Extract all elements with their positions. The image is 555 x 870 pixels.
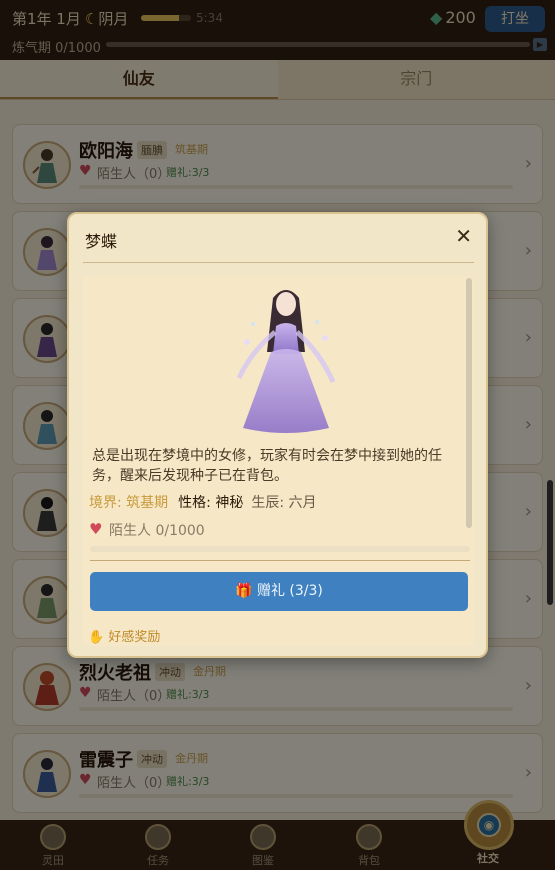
heart-icon: ♥ — [89, 520, 103, 538]
reward-label: 好感奖励 — [108, 630, 161, 645]
character-description: 总是出现在梦境中的女修，玩家有时会在梦中接到她的任务，醒来后发现种子已在背包。 — [92, 448, 442, 484]
divider — [83, 262, 474, 263]
divider — [90, 560, 470, 561]
birth-month-text: 生辰: 六月 — [251, 495, 317, 511]
relation-text: 陌生人 0/1000 — [109, 523, 205, 539]
affection-progress-bar — [90, 546, 470, 552]
dialog-body: 总是出现在梦境中的女修，玩家有时会在梦中接到她的任务，醒来后发现种子已在背包。 … — [83, 276, 474, 646]
gift-button-label: 赠礼 (3/3) — [256, 583, 323, 599]
character-portrait — [236, 290, 336, 433]
reward-section[interactable]: ✋ 好感奖励 — [88, 626, 160, 645]
gift-button[interactable]: 🎁 赠礼 (3/3) — [90, 572, 468, 611]
dialog-title: 梦蝶 — [85, 232, 118, 251]
character-stats: 境界: 筑基期 性格: 神秘 生辰: 六月 — [89, 492, 317, 512]
close-icon[interactable]: ✕ — [455, 226, 472, 246]
dialog-scrollbar[interactable] — [466, 278, 472, 528]
realm-text: 境界: 筑基期 — [89, 495, 169, 511]
hand-reward-icon: ✋ — [88, 630, 105, 645]
character-dialog: 梦蝶 ✕ 总是出现在梦境中的女修，玩家有时会在梦中接到她的任务，醒来后发现种子已… — [67, 212, 488, 658]
gift-icon: 🎁 — [235, 583, 253, 599]
personality-text: 性格: 神秘 — [178, 495, 244, 511]
